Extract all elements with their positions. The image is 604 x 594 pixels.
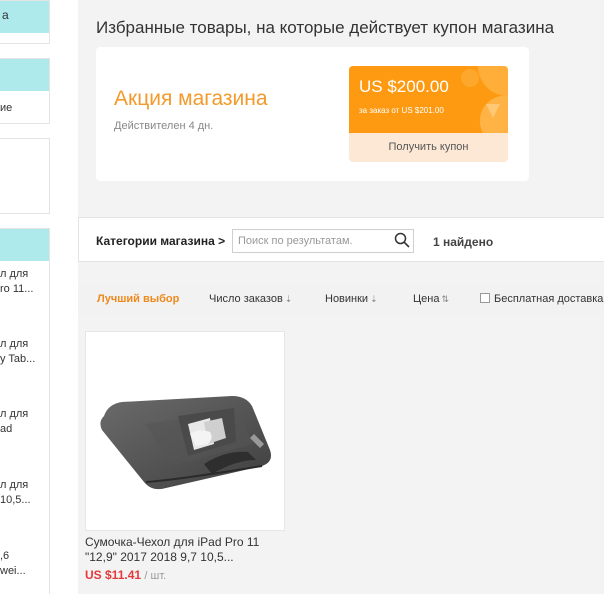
coupon-face: US $200.00 за заказ от US $201.00 <box>349 66 508 133</box>
product-title[interactable]: Сумочка-Чехол для iPad Pro 11 "12,9" 201… <box>85 535 285 565</box>
search-input[interactable] <box>232 229 414 253</box>
sidebar-product-line1: л для <box>0 408 29 420</box>
get-coupon-button[interactable]: Получить купон <box>349 133 508 162</box>
coupon-condition: за заказ от US $201.00 <box>359 106 444 115</box>
store-search-bar: Категории магазина > 1 найдено <box>78 217 604 262</box>
coupon-amount: US $200.00 <box>359 77 449 96</box>
arrow-updown-icon: ⇅ <box>441 294 449 304</box>
sidebar-box-3 <box>0 138 50 214</box>
sidebar-box-1: а <box>0 0 50 44</box>
sidebar-product-line1: л для <box>0 479 29 491</box>
promo-validity: Действителен 4 дн. <box>114 120 214 132</box>
sort-orders[interactable]: Число заказов ⇣ <box>209 293 292 305</box>
sidebar-box-2: ие <box>0 58 50 124</box>
sidebar-product-line2: 10,5... <box>0 494 31 506</box>
sidebar-product-item[interactable]: л для ro 11... <box>0 267 33 297</box>
sidebar-products-box: л для ro 11... л для y Tab... л для ad л… <box>0 228 50 594</box>
sidebar-product-item[interactable]: л для y Tab... <box>0 337 35 367</box>
sort-best-match[interactable]: Лучший выбор <box>97 293 179 305</box>
price-unit: / шт. <box>144 570 167 582</box>
sort-orders-label: Число заказов <box>209 293 283 305</box>
sidebar-product-line1: л для <box>0 268 29 280</box>
free-shipping-filter[interactable]: Бесплатная доставка <box>480 293 603 305</box>
sort-newest-label: Новинки <box>325 293 369 305</box>
store-coupon: US $200.00 за заказ от US $201.00 Получи… <box>349 66 508 162</box>
sidebar-product-line1: ,6 <box>0 550 10 562</box>
price-amount: US $11.41 <box>85 568 142 582</box>
left-sidebar: а ие л для ro 11... л для y Tab... л для… <box>0 0 52 594</box>
search-icon[interactable] <box>394 232 410 248</box>
sidebar-product-item[interactable]: ,6 wei... <box>0 549 26 579</box>
sidebar-box-1-header[interactable]: а <box>0 1 49 33</box>
coupon-decoration-icon <box>461 66 508 133</box>
sort-price[interactable]: Цена ⇅ <box>413 293 449 305</box>
sort-best-match-label: Лучший выбор <box>97 293 180 305</box>
sidebar-box-2-label[interactable]: ие <box>0 101 12 116</box>
product-price: US $11.41 / шт. <box>85 568 166 582</box>
sidebar-product-line2: ad <box>0 423 13 435</box>
store-promo-card: Акция магазина Действителен 4 дн. US $20… <box>96 47 529 181</box>
laptop-sleeve-bag-image <box>100 396 272 490</box>
store-categories-link[interactable]: Категории магазина > <box>96 234 225 248</box>
sidebar-product-item[interactable]: л для ad <box>0 407 28 437</box>
results-count: 1 найдено <box>433 235 494 249</box>
sidebar-box-1-label: а <box>2 8 9 22</box>
sort-newest[interactable]: Новинки ⇣ <box>325 293 378 305</box>
sort-price-label: Цена <box>413 293 440 305</box>
promo-section-title: Избранные товары, на которые действует к… <box>96 18 555 37</box>
sidebar-product-line1: л для <box>0 338 29 350</box>
free-shipping-checkbox[interactable] <box>480 293 490 303</box>
sidebar-product-item[interactable]: л для 10,5... <box>0 478 31 508</box>
product-image-card[interactable] <box>85 331 285 531</box>
sidebar-product-line2: ro 11... <box>0 283 34 295</box>
promo-name: Акция магазина <box>114 87 268 110</box>
arrow-down-icon: ⇣ <box>284 294 293 304</box>
free-shipping-label: Бесплатная доставка <box>494 293 604 305</box>
sidebar-product-line2: y Tab... <box>0 353 36 365</box>
sidebar-products-header <box>0 229 49 261</box>
arrow-down-icon: ⇣ <box>370 294 378 304</box>
sidebar-product-line2: wei... <box>0 565 26 577</box>
sort-bar: Лучший выбор Число заказов ⇣ Новинки ⇣ Цен… <box>78 285 604 314</box>
sidebar-box-2-header <box>0 59 49 91</box>
